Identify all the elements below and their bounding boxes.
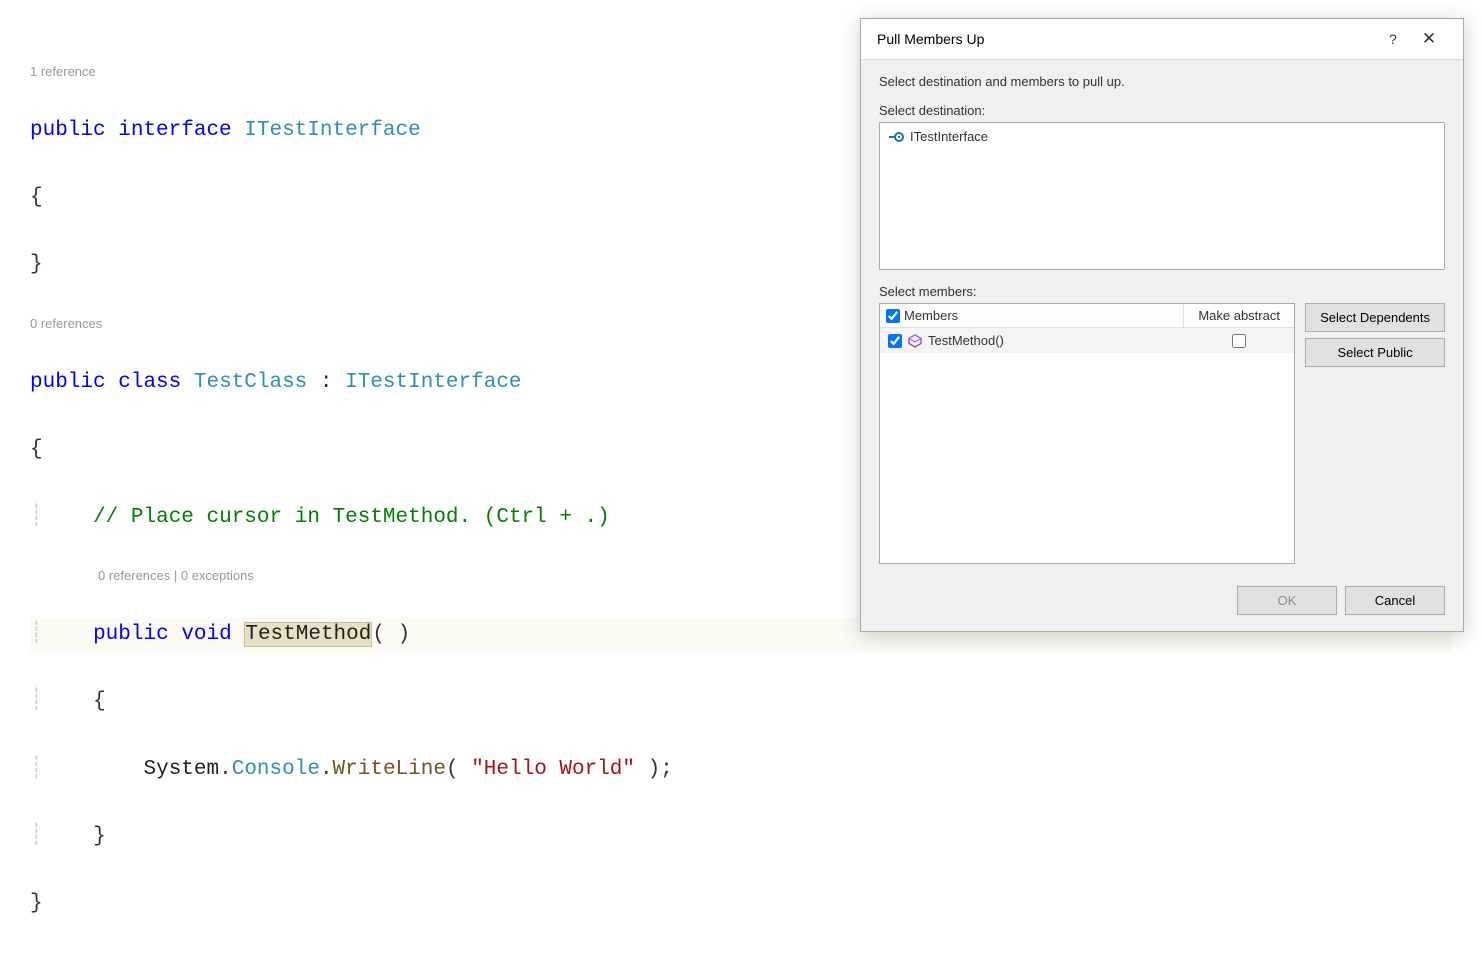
code-line: } bbox=[30, 887, 1452, 921]
string-literal: "Hello World" bbox=[471, 758, 635, 781]
destination-item-label: ITestInterface bbox=[910, 129, 988, 144]
help-button[interactable]: ? bbox=[1375, 31, 1411, 47]
identifier: Console bbox=[232, 758, 320, 781]
column-abstract[interactable]: Make abstract bbox=[1184, 304, 1294, 327]
keyword-interface: interface bbox=[118, 119, 231, 142]
comment: // Place cursor in TestMethod. (Ctrl + .… bbox=[93, 506, 610, 529]
interface-icon bbox=[888, 131, 904, 143]
code-line: ┊ System.Console.WriteLine( "Hello World… bbox=[30, 753, 1452, 787]
keyword-class: class bbox=[118, 371, 181, 394]
ok-button[interactable]: OK bbox=[1237, 586, 1337, 615]
dialog-titlebar[interactable]: Pull Members Up ? ✕ bbox=[861, 19, 1463, 60]
pull-members-up-dialog: Pull Members Up ? ✕ Select destination a… bbox=[860, 18, 1464, 632]
method-icon bbox=[908, 334, 922, 348]
keyword-public: public bbox=[30, 119, 106, 142]
member-row-label: TestMethod() bbox=[928, 333, 1004, 348]
paren-open: ( bbox=[446, 758, 471, 781]
brace-open: { bbox=[93, 690, 106, 713]
destination-item[interactable]: ITestInterface bbox=[884, 127, 1440, 146]
grid-header: Members Make abstract bbox=[880, 304, 1294, 328]
identifier: WriteLine bbox=[333, 758, 446, 781]
code-line: ┊ { bbox=[30, 685, 1452, 719]
parens: ( ) bbox=[372, 623, 410, 646]
column-members[interactable]: Members bbox=[880, 304, 1184, 327]
type-name: ITestInterface bbox=[345, 371, 521, 394]
select-public-button[interactable]: Select Public bbox=[1305, 338, 1445, 367]
brace-open: { bbox=[30, 186, 43, 209]
select-all-checkbox[interactable] bbox=[886, 309, 900, 323]
members-grid[interactable]: Members Make abstract TestMethod() bbox=[879, 303, 1295, 564]
punct-colon: : bbox=[307, 371, 345, 394]
type-name: ITestInterface bbox=[244, 119, 420, 142]
brace-close: } bbox=[30, 892, 43, 915]
column-abstract-label: Make abstract bbox=[1198, 308, 1280, 323]
brace-open: { bbox=[30, 438, 43, 461]
select-members-label: Select members: bbox=[879, 284, 1445, 299]
keyword-public: public bbox=[30, 371, 106, 394]
method-name-highlight: TestMethod bbox=[244, 622, 372, 647]
brace-close: } bbox=[30, 253, 43, 276]
side-buttons: Select Dependents Select Public bbox=[1305, 303, 1445, 564]
destination-listbox[interactable]: ITestInterface bbox=[879, 122, 1445, 270]
member-row[interactable]: TestMethod() bbox=[880, 328, 1294, 353]
column-members-label: Members bbox=[904, 308, 958, 323]
dialog-instruction: Select destination and members to pull u… bbox=[879, 74, 1445, 89]
dialog-body: Select destination and members to pull u… bbox=[861, 60, 1463, 574]
code-line: ┊ } bbox=[30, 820, 1452, 854]
identifier: System bbox=[143, 758, 219, 781]
dialog-footer: OK Cancel bbox=[861, 574, 1463, 631]
close-button[interactable]: ✕ bbox=[1411, 29, 1447, 49]
keyword-void: void bbox=[181, 623, 231, 646]
cancel-button[interactable]: Cancel bbox=[1345, 586, 1445, 615]
keyword-public: public bbox=[93, 623, 169, 646]
brace-close: } bbox=[93, 825, 106, 848]
select-destination-label: Select destination: bbox=[879, 103, 1445, 118]
select-dependents-button[interactable]: Select Dependents bbox=[1305, 303, 1445, 332]
member-checkbox[interactable] bbox=[888, 334, 902, 348]
paren-close: ); bbox=[635, 758, 673, 781]
type-name: TestClass bbox=[194, 371, 307, 394]
make-abstract-checkbox[interactable] bbox=[1232, 334, 1246, 348]
dialog-title-text: Pull Members Up bbox=[877, 31, 1375, 47]
